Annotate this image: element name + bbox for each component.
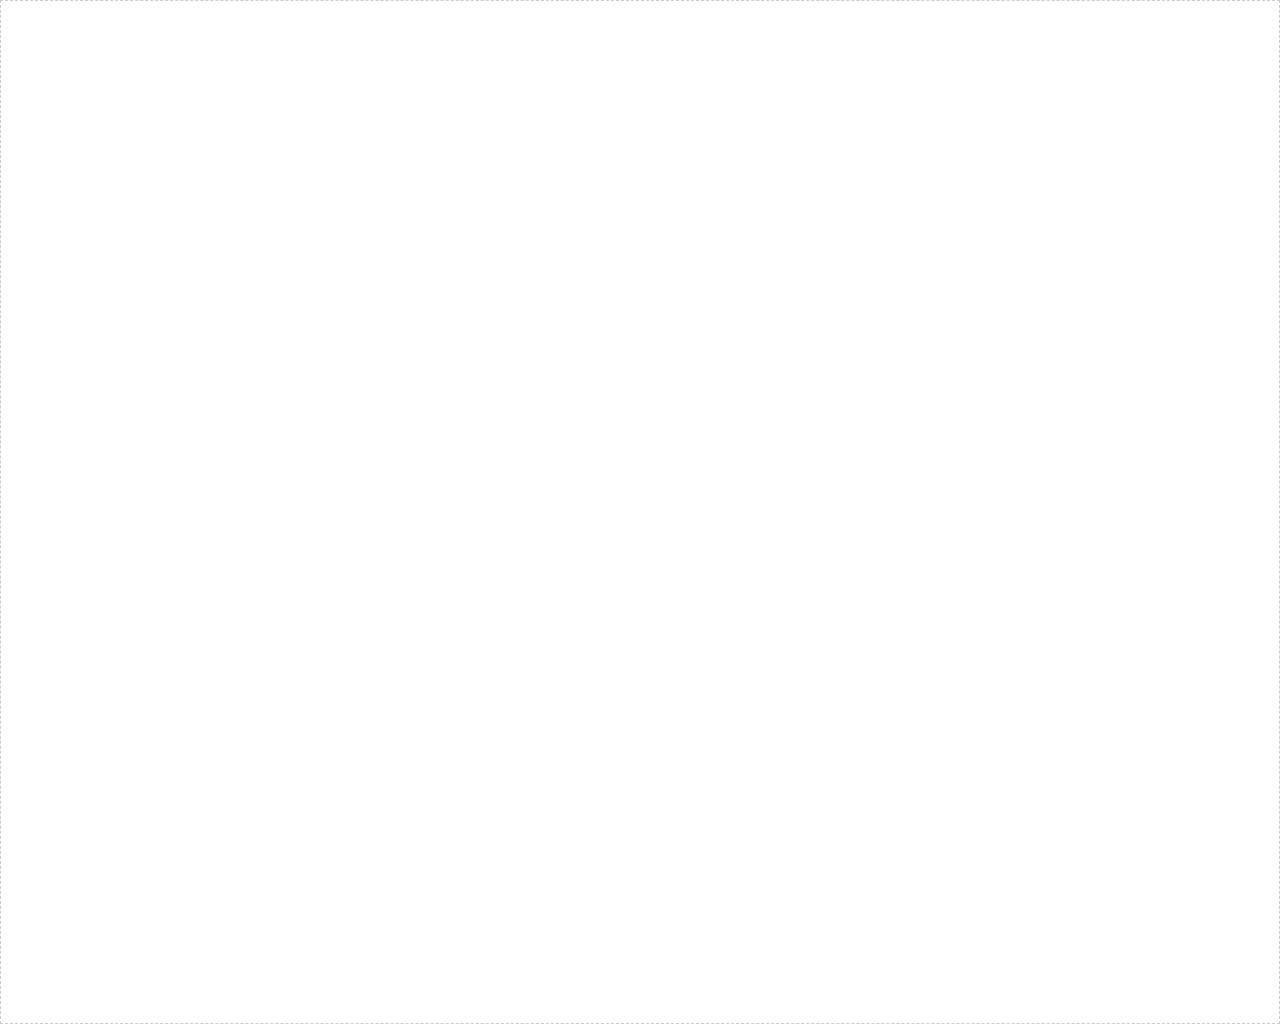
- unavailable-screenshot-placeholder: [0, 0, 1280, 1024]
